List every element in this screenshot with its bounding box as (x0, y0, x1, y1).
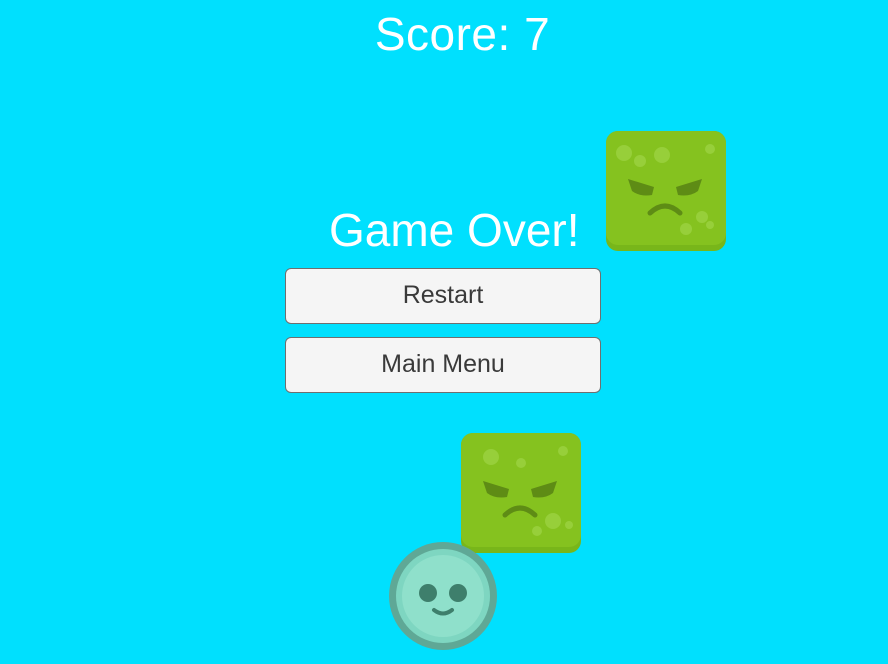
enemy-block (461, 433, 581, 553)
game-over-title: Game Over! (329, 204, 580, 256)
angry-block-icon (606, 131, 726, 251)
player-ball (387, 540, 499, 652)
angry-block-icon (461, 433, 581, 553)
main-menu-button[interactable]: Main Menu (285, 337, 601, 393)
smiling-ball-icon (389, 542, 497, 650)
score-label: Score: 7 (374, 8, 551, 60)
enemy-block (606, 131, 726, 251)
restart-button[interactable]: Restart (285, 268, 601, 324)
